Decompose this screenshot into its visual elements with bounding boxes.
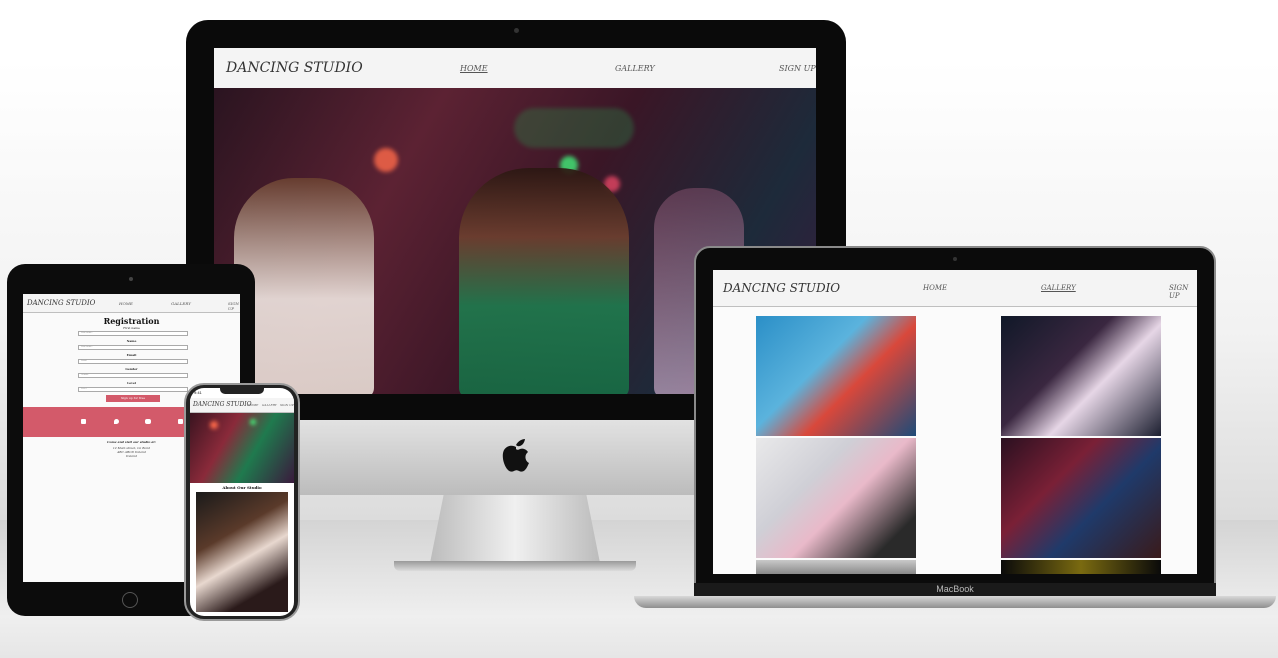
nav-home[interactable]: HOME bbox=[923, 284, 947, 292]
dancer-woman bbox=[459, 168, 629, 394]
macbook-base bbox=[634, 596, 1276, 608]
gallery-image[interactable] bbox=[756, 560, 916, 574]
site-brand[interactable]: DANCING STUDIO bbox=[723, 281, 840, 295]
site-brand[interactable]: DANCING STUDIO bbox=[226, 60, 363, 76]
macbook-label: MacBook bbox=[936, 584, 974, 594]
phone-notch bbox=[220, 388, 264, 394]
field-label: Email bbox=[126, 353, 137, 357]
about-image bbox=[196, 492, 288, 612]
email-input[interactable]: Email bbox=[78, 359, 188, 364]
instagram-icon[interactable] bbox=[178, 419, 183, 424]
ipad-home-button[interactable] bbox=[122, 592, 138, 608]
field-label: First name bbox=[123, 326, 140, 330]
nav-sign-up[interactable]: SIGN UP bbox=[228, 301, 240, 311]
youtube-icon[interactable] bbox=[145, 419, 151, 424]
sign-up-button[interactable]: Sign up for free bbox=[106, 395, 160, 402]
hero-light bbox=[250, 419, 256, 425]
iphone-navbar: DANCING STUDIO HOME GALLERY SIGN UP bbox=[190, 398, 294, 413]
gallery-image[interactable] bbox=[1001, 316, 1161, 436]
nav-gallery[interactable]: GALLERY bbox=[262, 403, 277, 407]
facebook-icon[interactable] bbox=[81, 419, 86, 424]
nav-sign-up[interactable]: SIGN UP bbox=[779, 64, 816, 73]
gallery-image[interactable] bbox=[756, 316, 916, 436]
macbook-navbar: DANCING STUDIO HOME GALLERY SIGN UP bbox=[713, 270, 1197, 307]
name-input[interactable]: Your name.. bbox=[78, 345, 188, 350]
hero-light bbox=[374, 148, 398, 172]
gallery-image[interactable] bbox=[1001, 438, 1161, 558]
apple-logo-icon bbox=[499, 434, 533, 474]
dancer-man bbox=[234, 178, 374, 394]
about-heading: About Our Studio bbox=[222, 485, 262, 490]
nav-home[interactable]: HOME bbox=[248, 403, 258, 407]
imac-foot bbox=[394, 561, 636, 571]
ipad-camera bbox=[129, 277, 133, 281]
site-brand[interactable]: DANCING STUDIO bbox=[27, 299, 95, 307]
site-brand[interactable]: DANCING STUDIO bbox=[193, 401, 252, 408]
imac-stand bbox=[430, 495, 600, 563]
nav-gallery[interactable]: GALLERY bbox=[1041, 284, 1076, 292]
imac-navbar: DANCING STUDIO HOME GALLERY SIGN UP bbox=[214, 48, 816, 89]
nav-home[interactable]: HOME bbox=[460, 64, 488, 73]
gallery-image[interactable] bbox=[756, 438, 916, 558]
gender-select[interactable]: Gender bbox=[78, 373, 188, 378]
twitter-icon[interactable] bbox=[114, 419, 119, 424]
iphone-screen: 9:41 DANCING STUDIO HOME GALLERY SIGN UP… bbox=[190, 388, 294, 616]
form-title: Registration bbox=[103, 316, 160, 326]
hero-light bbox=[210, 421, 218, 429]
nav-sign-up[interactable]: SIGN UP bbox=[280, 403, 294, 407]
nav-home[interactable]: HOME bbox=[119, 301, 133, 306]
macbook-screen: DANCING STUDIO HOME GALLERY SIGN UP bbox=[713, 270, 1197, 574]
field-label: Name bbox=[126, 339, 137, 343]
status-time: 9:41 bbox=[194, 390, 202, 395]
hero-glow bbox=[514, 108, 634, 148]
level-select[interactable]: Level bbox=[78, 387, 188, 392]
gallery-image[interactable] bbox=[1001, 560, 1161, 574]
ipad-navbar: DANCING STUDIO HOME GALLERY SIGN UP bbox=[23, 294, 240, 313]
hero-image bbox=[190, 413, 294, 483]
nav-sign-up[interactable]: SIGN UP bbox=[1169, 284, 1197, 300]
nav-gallery[interactable]: GALLERY bbox=[171, 301, 191, 306]
nav-gallery[interactable]: GALLERY bbox=[615, 64, 655, 73]
field-label: Gender bbox=[125, 367, 138, 371]
macbook-camera bbox=[953, 257, 957, 261]
imac-camera bbox=[514, 28, 519, 33]
first-name-input[interactable]: Your name.. bbox=[78, 331, 188, 336]
